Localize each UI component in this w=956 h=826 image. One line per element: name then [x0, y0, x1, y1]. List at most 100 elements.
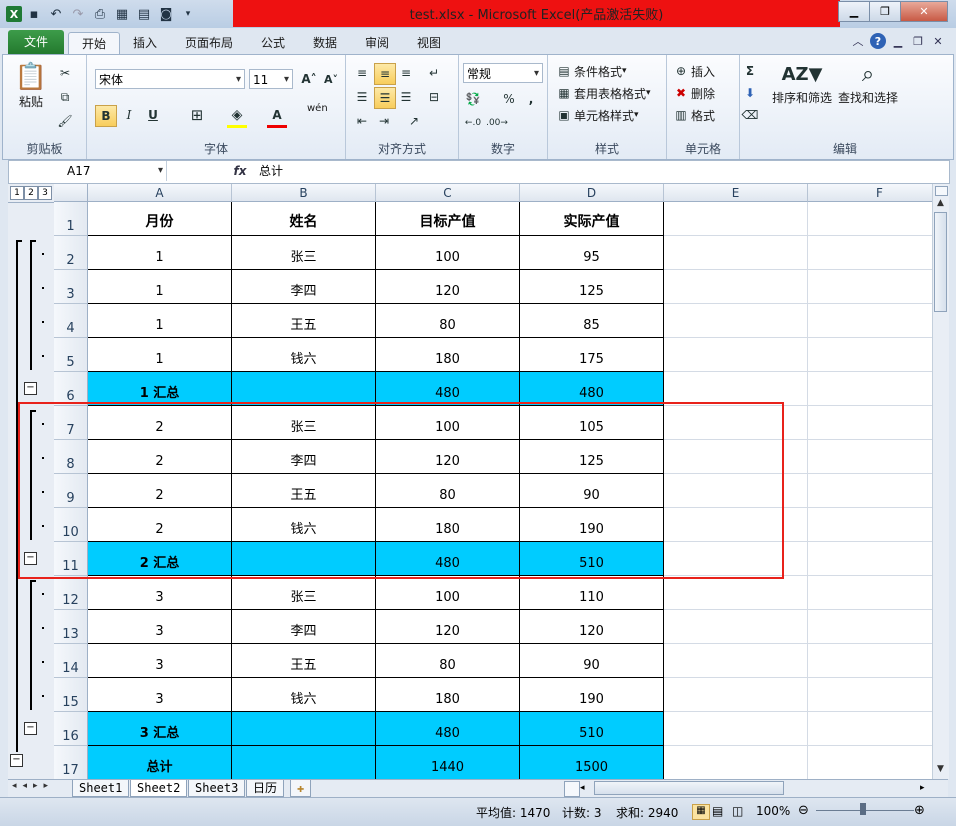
format-painter-icon[interactable]: 🖌	[55, 111, 75, 131]
tab-insert[interactable]: 插入	[124, 32, 166, 54]
table-cell[interactable]: 480	[376, 542, 520, 576]
tab-view[interactable]: 视图	[408, 32, 450, 54]
table-cell[interactable]	[808, 746, 932, 779]
column-title-cell[interactable]: 姓名	[232, 202, 376, 236]
grow-font-icon[interactable]: A˄	[299, 69, 319, 89]
cell-styles-button[interactable]: ▣ 单元格样式 ▾	[554, 105, 638, 125]
font-name-select[interactable]: 宋体	[95, 69, 245, 90]
font-color-icon[interactable]: A	[267, 105, 287, 128]
table-cell[interactable]	[808, 542, 932, 576]
font-size-select[interactable]: 11	[249, 69, 293, 90]
collapse-ribbon-icon[interactable]: ︿	[850, 33, 866, 49]
merge-center-icon[interactable]: ⊟	[424, 87, 444, 107]
insert-sheet-icon[interactable]: ✚	[290, 780, 312, 797]
table-cell[interactable]: 180	[376, 508, 520, 542]
formula-input[interactable]: 总计	[259, 161, 283, 181]
table-cell[interactable]	[232, 712, 376, 746]
table-cell[interactable]: 100	[376, 236, 520, 270]
comma-button[interactable]: ,	[521, 89, 541, 109]
align-center-icon[interactable]: ☰	[374, 87, 396, 109]
table-cell[interactable]: 80	[376, 644, 520, 678]
tab-review[interactable]: 审阅	[356, 32, 398, 54]
table-cell[interactable]: 钱六	[232, 678, 376, 712]
table-cell[interactable]	[808, 576, 932, 610]
row-header[interactable]: 12	[54, 576, 88, 610]
restore-icon[interactable]: ❐	[869, 1, 901, 22]
row-header[interactable]: 4	[54, 304, 88, 338]
tab-page-layout[interactable]: 页面布局	[176, 32, 242, 54]
table-cell[interactable]	[664, 270, 808, 304]
clear-icon[interactable]: ⌫	[740, 105, 760, 125]
column-header-e[interactable]: E	[664, 184, 808, 202]
row-header[interactable]: 17	[54, 746, 88, 779]
table-cell[interactable]	[664, 678, 808, 712]
delete-cells-button[interactable]: ✖ 删除	[671, 83, 715, 103]
column-header-a[interactable]: A	[88, 184, 232, 202]
table-cell[interactable]	[232, 746, 376, 779]
table-cell[interactable]: 80	[376, 304, 520, 338]
table-cell[interactable]	[808, 678, 932, 712]
row-header[interactable]: 2	[54, 236, 88, 270]
table-cell[interactable]: 3 汇总	[88, 712, 232, 746]
undo-icon[interactable]: ↶	[46, 4, 66, 24]
table-cell[interactable]	[664, 304, 808, 338]
collapse-all-button[interactable]: −	[10, 754, 23, 767]
column-title-cell[interactable]: 实际产值	[520, 202, 664, 236]
sheet-tab-4[interactable]: 日历	[246, 780, 285, 797]
underline-button[interactable]: U	[143, 105, 163, 125]
align-left-icon[interactable]: ☰	[352, 87, 372, 107]
table-cell[interactable]: 王五	[232, 304, 376, 338]
table-cell[interactable]: 1	[88, 236, 232, 270]
table-cell[interactable]: 480	[376, 372, 520, 406]
table-cell[interactable]: 125	[520, 270, 664, 304]
name-box[interactable]: A17	[9, 161, 167, 181]
column-header-b[interactable]: B	[232, 184, 376, 202]
copy-icon[interactable]: ⧉	[55, 87, 75, 107]
table-cell[interactable]: 王五	[232, 644, 376, 678]
hscroll-thumb[interactable]	[594, 781, 784, 795]
redo-icon[interactable]: ↷	[68, 4, 88, 24]
page-break-view-icon[interactable]: ◫	[732, 804, 743, 818]
sort-filter-button[interactable]: AZ▼ 排序和筛选	[770, 59, 834, 106]
scroll-down-icon[interactable]: ▼	[935, 764, 946, 776]
row-header[interactable]: 16	[54, 712, 88, 746]
table-icon[interactable]: ▦	[112, 4, 132, 24]
tab-formulas[interactable]: 公式	[252, 32, 294, 54]
table-cell[interactable]: 1 汇总	[88, 372, 232, 406]
table-cell[interactable]: 480	[520, 372, 664, 406]
hscroll-split-handle[interactable]	[564, 781, 580, 797]
table-cell[interactable]: 1	[88, 338, 232, 372]
table-cell[interactable]	[232, 372, 376, 406]
format-cells-button[interactable]: ▥ 格式	[671, 105, 715, 125]
row-header[interactable]: 1	[54, 202, 88, 236]
increase-decimal-icon[interactable]: ←.0	[463, 113, 483, 133]
find-select-button[interactable]: ⌕ 查找和选择	[836, 59, 900, 106]
table-cell[interactable]: 125	[520, 440, 664, 474]
collapse-group-button[interactable]: −	[24, 722, 37, 735]
increase-indent-icon[interactable]: ⇥	[374, 111, 394, 131]
table-cell[interactable]	[664, 236, 808, 270]
print-preview-icon[interactable]: ⎙	[90, 4, 110, 24]
table-cell[interactable]: 钱六	[232, 508, 376, 542]
save-icon[interactable]: ▪	[24, 4, 44, 24]
percent-button[interactable]: %	[499, 89, 519, 109]
table-cell[interactable]	[808, 236, 932, 270]
table-cell[interactable]: 120	[376, 610, 520, 644]
scroll-thumb[interactable]	[934, 212, 947, 312]
border-icon[interactable]: ⊞	[187, 105, 207, 125]
table-cell[interactable]: 总计	[88, 746, 232, 779]
column-title-cell[interactable]	[664, 202, 808, 236]
help-icon[interactable]: ?	[870, 33, 886, 49]
doc-restore-icon[interactable]: ❐	[910, 33, 926, 49]
row-header[interactable]: 6	[54, 372, 88, 406]
select-all-corner[interactable]	[54, 184, 88, 202]
insert-function-button[interactable]: fx	[229, 161, 251, 181]
table-cell[interactable]: 3	[88, 644, 232, 678]
camera-icon[interactable]: ◙	[156, 4, 176, 24]
outline-level-1[interactable]: 1	[10, 186, 24, 200]
autosum-button[interactable]: Σ	[740, 61, 760, 81]
table-cell[interactable]: 100	[376, 406, 520, 440]
table-cell[interactable]: 张三	[232, 236, 376, 270]
table-cell[interactable]: 李四	[232, 440, 376, 474]
table-cell[interactable]	[664, 338, 808, 372]
